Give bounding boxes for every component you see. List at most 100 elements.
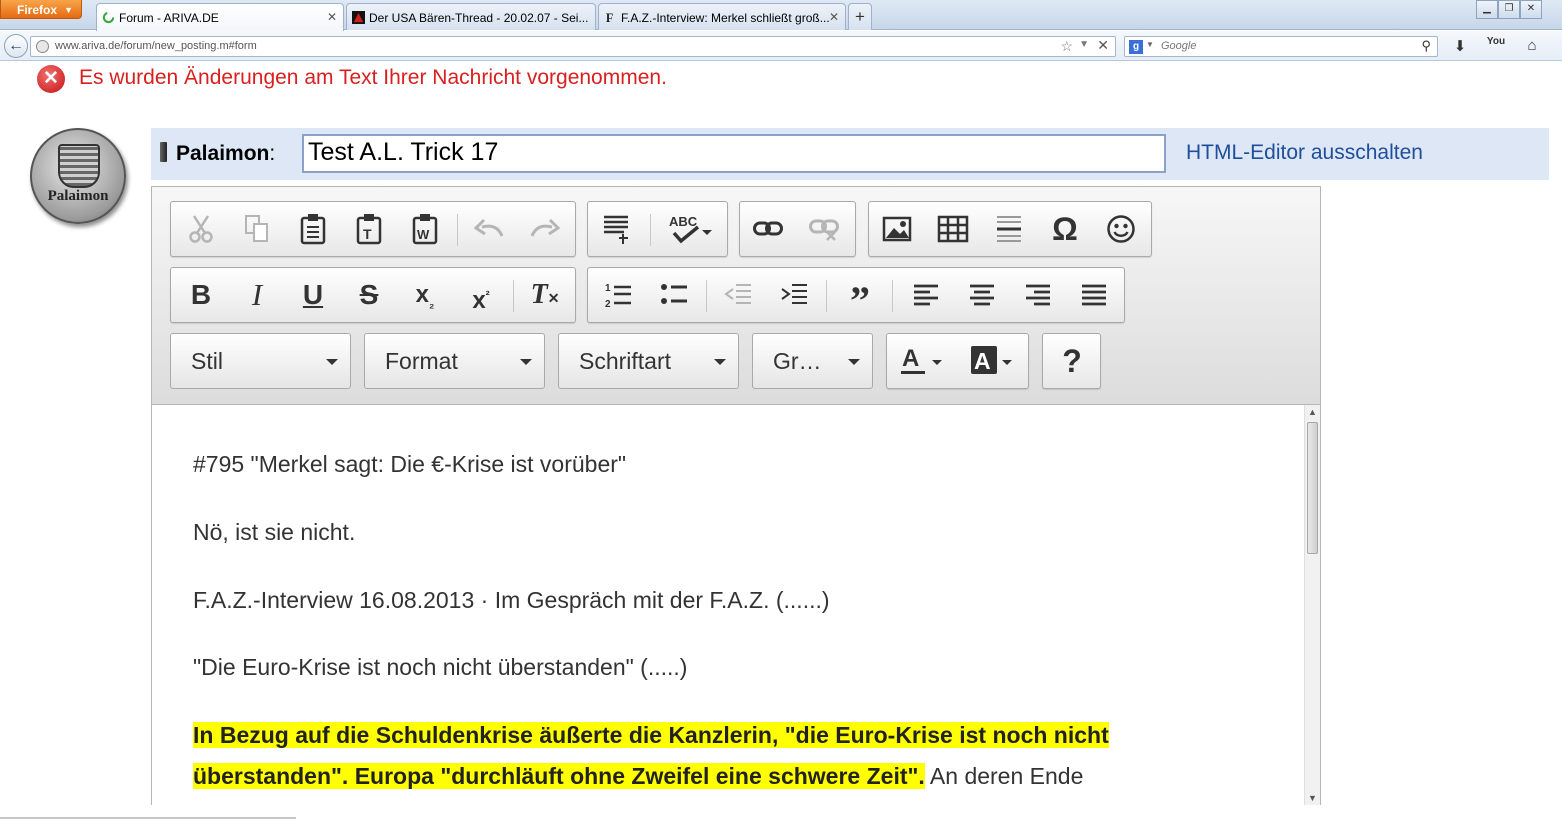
toolbar-group-document: ABC bbox=[587, 201, 728, 257]
editor-scrollbar[interactable]: ▲ ▼ bbox=[1304, 405, 1320, 805]
toolbar-group-clipboard: T W bbox=[170, 201, 576, 257]
paragraph: "Die Euro-Krise ist noch nicht überstand… bbox=[193, 654, 688, 680]
redo-icon[interactable] bbox=[517, 202, 573, 256]
align-left-icon[interactable] bbox=[898, 268, 954, 322]
bold-icon[interactable]: B bbox=[173, 268, 229, 322]
tab-title: F.A.Z.-Interview: Merkel schließt groß..… bbox=[621, 11, 830, 25]
arrow-left-icon: ← bbox=[8, 37, 24, 54]
toolbar-group-links bbox=[739, 201, 856, 257]
youtube-icon[interactable]: You bbox=[1486, 37, 1506, 57]
toolbar-group-help: ? bbox=[1042, 333, 1101, 389]
svg-text:W: W bbox=[417, 227, 430, 242]
new-tab-button[interactable]: + bbox=[848, 3, 872, 30]
font-dropdown[interactable]: Schriftart bbox=[558, 333, 739, 389]
scroll-up-icon[interactable]: ▲ bbox=[1308, 407, 1317, 417]
bookmark-star-icon[interactable]: ☆ bbox=[1060, 38, 1073, 55]
maximize-icon[interactable]: ❐ bbox=[1498, 0, 1520, 19]
spellcheck-icon[interactable]: ABC bbox=[658, 202, 722, 256]
paste-icon[interactable] bbox=[285, 202, 341, 256]
stop-icon[interactable]: ✕ bbox=[1097, 37, 1109, 54]
scrollbar-thumb[interactable] bbox=[1307, 422, 1318, 554]
horizontal-rule-icon[interactable] bbox=[981, 202, 1037, 256]
tab-forum-ariva[interactable]: Forum - ARIVA.DE ✕ bbox=[96, 3, 344, 31]
toolbar-separator bbox=[650, 214, 651, 246]
url-dropdown-icon[interactable]: ▼ bbox=[1079, 39, 1089, 50]
image-icon[interactable] bbox=[869, 202, 925, 256]
size-dropdown[interactable]: Gr… bbox=[752, 333, 873, 389]
subject-input[interactable]: Test A.L. Trick 17 bbox=[302, 134, 1166, 173]
tab-usa-baeren-thread[interactable]: Der USA Bären-Thread - 20.02.07 - Sei... bbox=[346, 3, 596, 30]
search-input[interactable]: g ▼ Google ⚲ bbox=[1124, 36, 1438, 57]
font-dropdown-label: Schriftart bbox=[579, 348, 672, 374]
search-engine-dropdown-icon[interactable]: ▼ bbox=[1146, 40, 1154, 49]
paste-word-icon[interactable]: W bbox=[397, 202, 453, 256]
html-editor-toggle-link[interactable]: HTML-Editor ausschalten bbox=[1186, 141, 1423, 165]
justify-icon[interactable] bbox=[1066, 268, 1122, 322]
close-window-icon[interactable]: ✕ bbox=[1520, 0, 1542, 19]
blockquote-icon[interactable]: ” bbox=[832, 268, 888, 323]
link-icon[interactable] bbox=[740, 202, 796, 256]
highlighted-paragraph-line: In Bezug auf die Schuldenkrise äußerte d… bbox=[193, 722, 1109, 749]
format-dropdown[interactable]: Format bbox=[364, 333, 545, 389]
tab-faz-interview[interactable]: F F.A.Z.-Interview: Merkel schließt groß… bbox=[598, 3, 846, 30]
text-color-icon[interactable]: A bbox=[889, 334, 957, 388]
subject-row: Palaimon: Test A.L. Trick 17 HTML-Editor… bbox=[151, 128, 1549, 180]
google-icon[interactable]: g bbox=[1129, 40, 1143, 54]
style-dropdown[interactable]: Stil bbox=[170, 333, 351, 389]
download-icon[interactable]: ⬇ bbox=[1450, 37, 1470, 57]
tab-title: Forum - ARIVA.DE bbox=[119, 11, 219, 25]
svg-text:2: 2 bbox=[605, 299, 611, 309]
align-center-icon[interactable] bbox=[954, 268, 1010, 322]
editor-content[interactable]: #795 "Merkel sagt: Die €-Krise ist vorüb… bbox=[152, 405, 1304, 805]
remove-format-icon[interactable]: T✕ bbox=[517, 268, 573, 322]
paragraph-tail: An deren Ende bbox=[924, 763, 1084, 789]
table-icon[interactable] bbox=[925, 202, 981, 256]
rich-text-editor: T W ABC Ω B I U S x₂ x² T✕ 1 2 ” Stil Fo… bbox=[151, 186, 1321, 805]
tab-title: Der USA Bären-Thread - 20.02.07 - Sei... bbox=[369, 11, 589, 25]
numbered-list-icon[interactable]: 12 bbox=[590, 268, 646, 322]
toolbar-separator bbox=[706, 280, 707, 312]
toolbar-group-insert: Ω bbox=[868, 201, 1152, 257]
url-bar[interactable]: www.ariva.de/forum/new_posting.m#form ☆ … bbox=[30, 36, 1116, 57]
scroll-down-icon[interactable]: ▼ bbox=[1308, 793, 1317, 803]
size-dropdown-label: Gr… bbox=[773, 348, 822, 374]
error-icon: ✕ bbox=[37, 65, 65, 93]
align-right-icon[interactable] bbox=[1010, 268, 1066, 322]
search-icon[interactable]: ⚲ bbox=[1421, 38, 1431, 54]
underline-icon[interactable]: U bbox=[285, 268, 341, 322]
navigation-bar: ← www.ariva.de/forum/new_posting.m#form … bbox=[0, 31, 1562, 61]
back-button[interactable]: ← bbox=[4, 34, 28, 58]
style-dropdown-label: Stil bbox=[191, 348, 223, 374]
italic-icon[interactable]: I bbox=[229, 268, 285, 322]
smiley-icon[interactable] bbox=[1093, 202, 1149, 256]
special-character-icon[interactable]: Ω bbox=[1037, 202, 1093, 256]
superscript-icon[interactable]: x² bbox=[453, 268, 509, 322]
undo-icon[interactable] bbox=[461, 202, 517, 256]
copy-icon[interactable] bbox=[229, 202, 285, 256]
firefox-menu-button[interactable]: Firefox ▼ bbox=[0, 0, 82, 19]
toolbar-separator bbox=[513, 280, 514, 312]
paste-text-icon[interactable]: T bbox=[341, 202, 397, 256]
home-icon[interactable]: ⌂ bbox=[1522, 37, 1542, 57]
close-tab-icon[interactable]: ✕ bbox=[829, 10, 839, 24]
unlink-icon[interactable] bbox=[796, 202, 852, 256]
background-color-icon[interactable]: A bbox=[959, 334, 1027, 388]
svg-text:1: 1 bbox=[605, 283, 611, 294]
close-tab-icon[interactable]: ✕ bbox=[327, 10, 337, 24]
outdent-icon[interactable] bbox=[710, 268, 766, 322]
minimize-icon[interactable]: ▁ bbox=[1476, 0, 1498, 19]
strikethrough-icon[interactable]: S bbox=[341, 268, 397, 322]
coat-of-arms-icon bbox=[58, 144, 100, 188]
indent-icon[interactable] bbox=[766, 268, 822, 322]
source-icon[interactable] bbox=[588, 202, 644, 256]
tab-bar: Firefox ▼ Forum - ARIVA.DE ✕ Der USA Bär… bbox=[0, 0, 1562, 31]
search-placeholder: Google bbox=[1161, 40, 1197, 52]
subscript-icon[interactable]: x₂ bbox=[397, 268, 453, 322]
faz-favicon-icon: F bbox=[606, 11, 613, 24]
url-text: www.ariva.de/forum/new_posting.m#form bbox=[55, 40, 257, 52]
avatar-text: Palaimon bbox=[47, 188, 109, 204]
help-icon[interactable]: ? bbox=[1044, 334, 1100, 388]
svg-text:T: T bbox=[363, 226, 372, 242]
bulleted-list-icon[interactable] bbox=[646, 268, 702, 322]
cut-icon[interactable] bbox=[173, 202, 229, 256]
